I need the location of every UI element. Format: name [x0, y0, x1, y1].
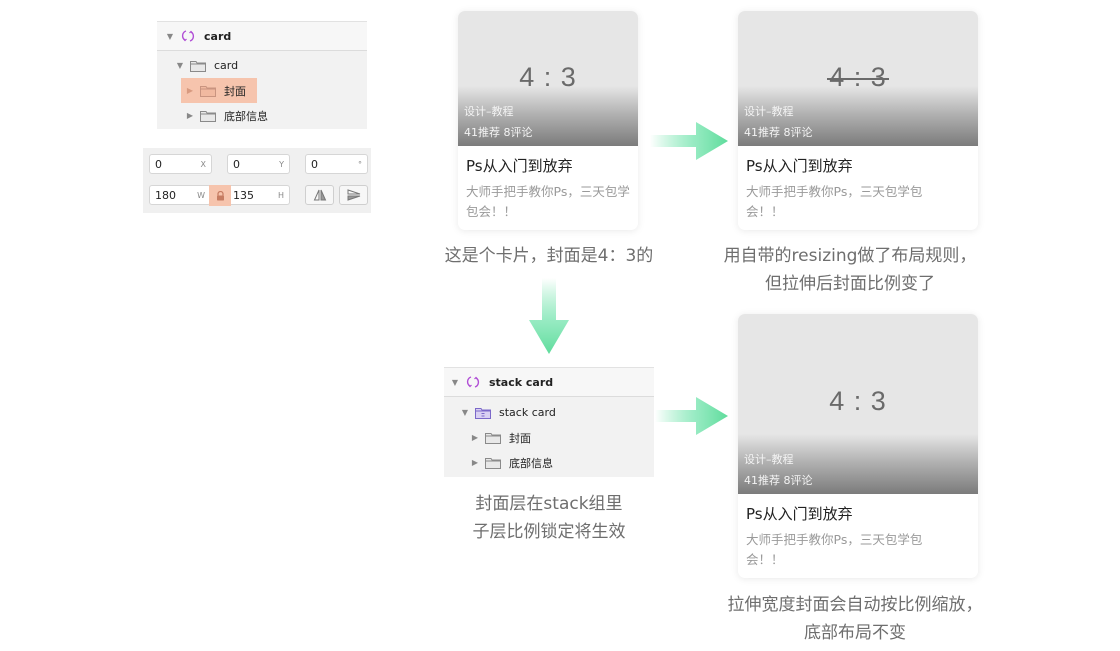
- card-stats: 41推荐 8评论: [744, 474, 813, 487]
- folder-icon: [200, 85, 216, 97]
- caption-line: 但拉伸后封面比例变了: [765, 274, 935, 294]
- caption-line: 拉伸宽度封面会自动按比例缩放，: [727, 595, 983, 615]
- card-description: 大师手把手教你Ps，三天包学包会！！: [746, 184, 923, 219]
- x-value: 0: [155, 157, 162, 171]
- caption-line: 封面层在stack组里: [475, 494, 623, 514]
- layer-label: 底部信息: [224, 109, 268, 123]
- card-cover: 4 : 3 设计–教程 41推荐 8评论: [738, 314, 978, 494]
- rotation-label: °: [358, 159, 362, 169]
- y-value: 0: [233, 157, 240, 171]
- rotation-value: 0: [311, 157, 318, 171]
- cover-ratio-label: 4 : 3: [519, 62, 577, 92]
- expand-triangle-icon[interactable]: ▼: [165, 32, 175, 41]
- flip-horizontal-button[interactable]: [305, 185, 334, 205]
- collapse-triangle-icon[interactable]: ▶: [470, 458, 480, 467]
- collapse-triangle-icon[interactable]: ▶: [185, 111, 195, 120]
- cover-ratio-label-struck: 4 : 3: [738, 62, 978, 93]
- width-label: W: [197, 190, 205, 200]
- symbol-icon: [466, 376, 480, 388]
- card-title: Ps从入门到放弃: [746, 157, 853, 175]
- expand-triangle-icon[interactable]: ▼: [450, 378, 460, 387]
- layer-label: 封面: [509, 431, 531, 445]
- collapse-triangle-icon[interactable]: ▶: [470, 433, 480, 442]
- flip-vertical-icon: [347, 189, 360, 201]
- symbol-name: stack card: [489, 375, 554, 389]
- flip-vertical-button[interactable]: [339, 185, 368, 205]
- folder-icon: [190, 60, 206, 72]
- arrow-right-icon: [650, 122, 728, 160]
- layer-label: 封面: [224, 84, 246, 98]
- folder-icon: [200, 110, 216, 122]
- collapse-triangle-icon[interactable]: ▶: [185, 86, 195, 95]
- y-field[interactable]: 0 Y: [227, 154, 290, 174]
- lock-ratio-toggle[interactable]: [209, 185, 231, 206]
- card-cover: 4 : 3 设计–教程 41推荐 8评论: [458, 11, 638, 146]
- caption-line: 用自带的resizing做了布局规则，: [723, 246, 977, 266]
- card-title: Ps从入门到放弃: [466, 157, 573, 175]
- layer-row-symbol[interactable]: ▼ card: [157, 21, 367, 51]
- caption-stack: 封面层在stack组里 子层比例锁定将生效: [440, 490, 658, 546]
- expand-triangle-icon[interactable]: ▼: [460, 408, 470, 417]
- card-stats: 41推荐 8评论: [464, 126, 533, 139]
- card-category: 设计–教程: [744, 105, 794, 118]
- layer-row-group[interactable]: ▼ card: [157, 53, 367, 78]
- y-label: Y: [279, 159, 284, 169]
- caption-result: 拉伸宽度封面会自动按比例缩放， 底部布局不变: [695, 591, 1015, 647]
- expand-triangle-icon[interactable]: ▼: [175, 61, 185, 70]
- layer-row-stack-group[interactable]: ▼ stack card: [444, 400, 654, 425]
- card-stats: 41推荐 8评论: [744, 126, 813, 139]
- rotation-field[interactable]: 0 °: [305, 154, 368, 174]
- layer-row-footer[interactable]: ▶ 底部信息: [444, 450, 654, 475]
- lock-icon: [216, 190, 224, 200]
- group-name: card: [214, 59, 239, 72]
- group-name: stack card: [499, 406, 556, 419]
- caption-resizing: 用自带的resizing做了布局规则， 但拉伸后封面比例变了: [700, 242, 1000, 298]
- card-description: 大师手把手教你Ps，三天包学包会！！: [746, 532, 923, 567]
- symbol-icon: [181, 30, 195, 42]
- card-category: 设计–教程: [464, 105, 514, 118]
- layer-row-symbol[interactable]: ▼ stack card: [444, 367, 654, 397]
- cover-ratio-label: 4 : 3: [829, 386, 887, 416]
- layer-row-footer[interactable]: ▶ 底部信息: [157, 103, 367, 128]
- x-field[interactable]: 0 X: [149, 154, 212, 174]
- height-label: H: [277, 190, 284, 200]
- card-category: 设计–教程: [744, 453, 794, 466]
- width-value: 180: [155, 188, 176, 202]
- card-description: 大师手把手教你Ps，三天包学包会！！: [466, 184, 630, 219]
- card-resized[interactable]: 4 : 3 设计–教程 41推荐 8评论 Ps从入门到放弃 大师手把手教你Ps，…: [738, 11, 978, 230]
- layer-row-cover[interactable]: ▶ 封面: [444, 425, 654, 450]
- stack-folder-icon: [475, 407, 491, 419]
- caption-text: 这是个卡片，封面是4：3的: [444, 246, 654, 266]
- card-stack-resized[interactable]: 4 : 3 设计–教程 41推荐 8评论 Ps从入门到放弃 大师手把手教你Ps，…: [738, 314, 978, 578]
- layer-panel-card: ▼ card ▼ card ▶ 封面 ▶ 底部信息: [157, 21, 367, 129]
- folder-icon: [485, 432, 501, 444]
- height-field[interactable]: 135 H: [231, 185, 290, 205]
- card-title: Ps从入门到放弃: [746, 505, 853, 523]
- symbol-name: card: [204, 29, 232, 43]
- flip-horizontal-icon: [313, 189, 326, 201]
- caption-line: 底部布局不变: [804, 623, 906, 643]
- folder-icon: [485, 457, 501, 469]
- layer-panel-stack-card: ▼ stack card ▼ stack card ▶ 封面 ▶ 底部信息: [444, 367, 654, 477]
- width-field[interactable]: 180 W: [149, 185, 211, 205]
- arrow-down-icon: [529, 278, 569, 354]
- layer-label: 底部信息: [509, 456, 553, 470]
- x-label: X: [200, 159, 206, 169]
- layer-row-cover[interactable]: ▶ 封面: [181, 78, 257, 103]
- arrow-right-icon: [655, 397, 728, 435]
- card-cover: 4 : 3 设计–教程 41推荐 8评论: [738, 11, 978, 146]
- height-value: 135: [233, 188, 254, 202]
- caption-line: 子层比例锁定将生效: [472, 522, 626, 542]
- caption-card-intro: 这是个卡片，封面是4：3的: [420, 242, 678, 270]
- card-original[interactable]: 4 : 3 设计–教程 41推荐 8评论 Ps从入门到放弃 大师手把手教你Ps，…: [458, 11, 638, 230]
